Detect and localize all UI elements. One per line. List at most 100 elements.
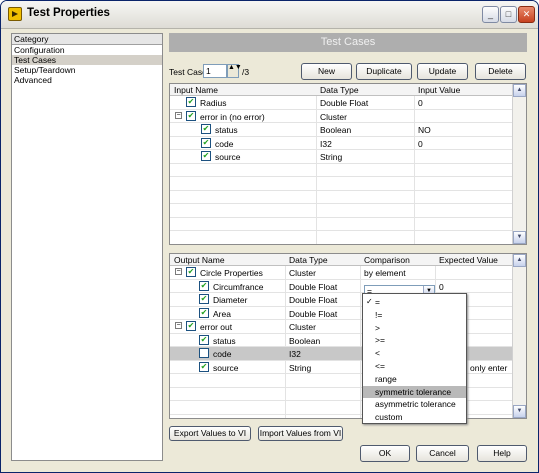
dropdown-option[interactable]: <= — [363, 360, 466, 373]
close-button[interactable]: ✕ — [518, 6, 535, 23]
row-checkbox[interactable]: ✔ — [201, 137, 211, 148]
category-list: Category Configuration Test Cases Setup/… — [11, 33, 163, 461]
input-table: Input Name Data Type Input Value ✔ Radius… — [169, 83, 527, 245]
output-col-expected: Expected Value — [439, 255, 498, 265]
row-checkbox[interactable]: ✔ — [199, 361, 209, 372]
scroll-down-icon[interactable]: ▼ — [513, 231, 526, 244]
dropdown-option[interactable]: > — [363, 322, 466, 335]
row-checkbox[interactable]: ✔ — [199, 307, 209, 318]
row-checkbox[interactable]: ✔ — [199, 294, 209, 304]
table-row[interactable]: ✔ status Boolean NO — [170, 123, 512, 137]
output-table: Output Name Data Type Comparison Expecte… — [169, 253, 527, 419]
dropdown-option[interactable]: symmetric tolerance — [363, 385, 466, 399]
data-type-cell: I32 — [320, 138, 332, 149]
ok-button[interactable]: OK — [360, 445, 410, 462]
output-name-cell: code — [213, 349, 232, 359]
table-row[interactable]: ✔ source String — [170, 150, 512, 164]
category-item-advanced[interactable]: Advanced — [12, 75, 162, 85]
category-item-configuration[interactable]: Configuration — [12, 45, 162, 55]
output-name-cell: Circumfrance — [213, 281, 264, 292]
export-values-button[interactable]: Export Values to VI — [169, 426, 251, 441]
data-type-cell: String — [320, 152, 343, 162]
output-col-comparison: Comparison — [364, 255, 410, 265]
cancel-button[interactable]: Cancel — [416, 445, 469, 462]
row-checkbox[interactable]: ✔ — [186, 97, 196, 107]
dropdown-option[interactable]: range — [363, 373, 466, 386]
category-item-setup-teardown[interactable]: Setup/Teardown — [12, 65, 162, 75]
output-scrollbar[interactable]: ▲ ▼ — [512, 254, 526, 418]
dropdown-option[interactable]: custom — [363, 411, 466, 424]
row-checkbox[interactable]: ✔ — [201, 124, 211, 134]
output-name-cell: source — [213, 362, 239, 373]
scroll-down-icon[interactable]: ▼ — [513, 405, 526, 418]
row-checkbox[interactable]: ✔ — [186, 321, 196, 331]
dropdown-option-label: <= — [375, 361, 385, 371]
help-button[interactable]: Help — [477, 445, 527, 462]
dropdown-option-label: != — [375, 309, 383, 320]
empty-row — [170, 231, 512, 244]
empty-row — [170, 177, 512, 191]
category-header: Category — [12, 34, 162, 45]
test-case-label: Test Case — [169, 67, 207, 77]
update-button[interactable]: Update — [417, 63, 468, 80]
scroll-up-icon[interactable]: ▲ — [513, 254, 526, 267]
output-table-header: Output Name Data Type Comparison Expecte… — [170, 254, 512, 266]
output-name-cell: status — [213, 335, 236, 346]
dropdown-option[interactable]: != — [363, 309, 466, 322]
test-properties-window: Test Properties _ □ ✕ Category Configura… — [0, 0, 539, 473]
output-name-cell: error out — [200, 322, 233, 332]
table-row[interactable]: − ✔ Circle Properties Cluster by element — [170, 266, 512, 280]
dropdown-option[interactable]: ✓ = — [363, 296, 466, 309]
test-case-number-input[interactable]: 1 — [203, 64, 227, 78]
row-checkbox[interactable]: ✔ — [199, 280, 209, 291]
table-row[interactable]: ✔ Radius Double Float 0 — [170, 96, 512, 110]
duplicate-button[interactable]: Duplicate — [356, 63, 412, 80]
comparison-dropdown-menu: ✓ = != > >= < <= range symmetric tolerance asymme… — [362, 293, 467, 424]
table-row[interactable]: ✔ code I32 0 — [170, 137, 512, 150]
empty-row — [170, 164, 512, 177]
dropdown-option[interactable]: asymmetric tolerance — [363, 398, 466, 411]
scroll-up-icon[interactable]: ▲ — [513, 84, 526, 97]
dropdown-option[interactable]: < — [363, 347, 466, 360]
input-value-cell[interactable]: 0 — [418, 139, 423, 149]
check-icon: ✓ — [366, 297, 373, 306]
expected-value-cell[interactable]: 0 — [439, 282, 444, 292]
title-bar[interactable]: Test Properties _ □ ✕ — [1, 1, 538, 29]
input-col-name: Input Name — [174, 85, 218, 95]
row-checkbox[interactable]: ✔ — [201, 151, 211, 161]
dropdown-option-label: = — [375, 297, 380, 307]
input-col-value: Input Value — [418, 85, 461, 95]
import-values-button[interactable]: Import Values from VI — [258, 426, 343, 441]
input-name-cell: error in (no error) — [200, 111, 265, 122]
input-value-cell[interactable]: 0 — [418, 98, 423, 108]
row-checkbox[interactable]: ✔ — [186, 110, 196, 121]
category-item-test-cases[interactable]: Test Cases — [12, 55, 162, 65]
dropdown-option-label: range — [375, 373, 397, 384]
table-row[interactable]: ✔ Circumfrance Double Float 0 — [170, 280, 512, 293]
input-table-header: Input Name Data Type Input Value — [170, 84, 512, 96]
test-case-spinner-icon[interactable]: ▲▼ — [227, 64, 242, 78]
dropdown-option[interactable]: >= — [363, 334, 466, 347]
data-type-cell: I32 — [289, 349, 301, 359]
expected-value-cell[interactable]: only enter — [470, 363, 507, 373]
input-value-cell[interactable]: NO — [418, 125, 431, 135]
delete-button[interactable]: Delete — [475, 63, 526, 80]
data-type-cell: Cluster — [289, 322, 316, 332]
collapse-icon[interactable]: − — [175, 322, 182, 329]
minimize-button[interactable]: _ — [482, 6, 499, 23]
input-scrollbar[interactable]: ▲ ▼ — [512, 84, 526, 244]
data-type-cell: Double Float — [320, 98, 369, 108]
data-type-cell: Cluster — [289, 268, 316, 278]
comparison-cell[interactable]: by element — [364, 268, 406, 278]
new-button[interactable]: New — [301, 63, 352, 80]
input-name-cell: code — [215, 138, 234, 149]
collapse-icon[interactable]: − — [175, 268, 182, 275]
collapse-icon[interactable]: − — [175, 111, 182, 119]
row-checkbox[interactable]: ✔ — [199, 334, 209, 345]
table-row[interactable]: − ✔ error in (no error) Cluster — [170, 110, 512, 123]
row-checkbox[interactable] — [199, 348, 209, 358]
row-checkbox[interactable]: ✔ — [186, 267, 196, 277]
maximize-button[interactable]: □ — [500, 6, 517, 23]
output-name-cell: Area — [213, 308, 231, 319]
window-title: Test Properties — [27, 7, 110, 19]
